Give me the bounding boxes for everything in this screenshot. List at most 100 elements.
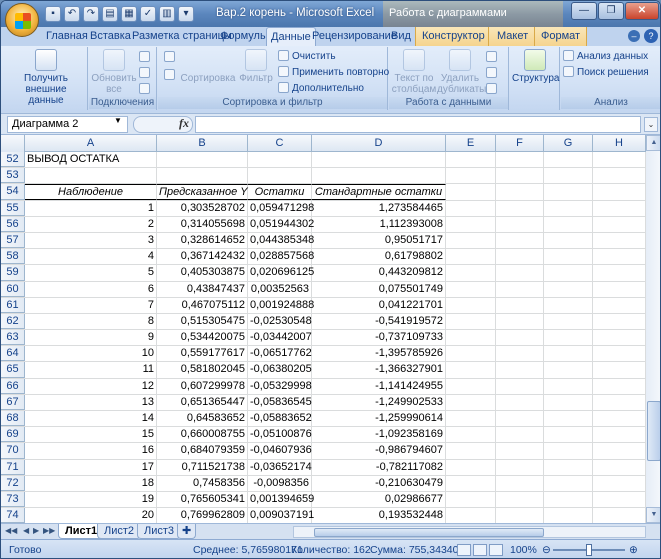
cell[interactable]: -0,737109733 — [312, 330, 446, 346]
cell[interactable] — [446, 459, 496, 475]
horizontal-scrollbar[interactable] — [293, 526, 646, 538]
cell[interactable] — [496, 281, 544, 297]
cell[interactable]: 0,001394659 — [248, 491, 314, 508]
cell[interactable] — [544, 330, 593, 346]
cell[interactable]: 1 — [25, 200, 157, 216]
cell[interactable]: 14 — [25, 411, 157, 427]
sort-az-icon[interactable] — [164, 51, 178, 63]
cell[interactable]: -0,03652174 — [248, 459, 312, 475]
cell[interactable] — [593, 427, 646, 443]
row-header[interactable]: 69 — [1, 427, 25, 443]
cell[interactable]: 2 — [25, 216, 157, 232]
cell[interactable]: -0,05100876 — [248, 427, 312, 443]
cell[interactable]: 0,581802045 — [157, 362, 248, 378]
office-button[interactable] — [5, 3, 39, 37]
row-header[interactable]: 67 — [1, 394, 25, 410]
column-header-f[interactable]: F — [496, 135, 544, 152]
cell[interactable] — [446, 378, 496, 394]
cell[interactable]: 12 — [25, 378, 157, 394]
get-external-data-button[interactable]: Получить внешние данные — [8, 49, 84, 106]
cell[interactable] — [544, 200, 593, 216]
row-header[interactable]: 65 — [1, 362, 25, 378]
cell[interactable]: 1,112393008 — [312, 216, 446, 232]
cell[interactable]: 10 — [25, 346, 157, 362]
sort-button[interactable]: Сортировка — [180, 49, 236, 84]
cell[interactable] — [496, 330, 544, 346]
insert-function-icon[interactable]: fx — [179, 116, 189, 131]
cell[interactable] — [593, 249, 646, 265]
normal-view-icon[interactable] — [457, 544, 471, 556]
customize-qat-icon[interactable]: ▾ — [178, 6, 194, 22]
cell[interactable]: 0,7458356 — [157, 475, 248, 491]
outline-button[interactable]: Структура — [512, 49, 559, 84]
cell[interactable] — [496, 427, 544, 443]
scroll-down-icon[interactable]: ▼ — [646, 507, 660, 523]
redo-icon[interactable]: ↷ — [83, 6, 99, 22]
horizontal-scroll-thumb[interactable] — [314, 528, 544, 537]
page-layout-view-icon[interactable] — [473, 544, 487, 556]
zoom-in-icon[interactable]: ⊕ — [629, 544, 638, 556]
cell[interactable]: -0,03442007 — [248, 330, 312, 346]
consolidate-icon[interactable] — [486, 67, 500, 79]
cell[interactable]: Предсказанное Y — [157, 184, 248, 200]
cell[interactable] — [496, 362, 544, 378]
cell[interactable] — [593, 168, 646, 184]
cell[interactable] — [446, 475, 496, 491]
cell[interactable]: 0,009037191 — [248, 508, 314, 523]
cell[interactable] — [496, 475, 544, 491]
cell[interactable]: -0,02530548 — [248, 313, 312, 330]
cell[interactable] — [593, 475, 646, 491]
save-icon[interactable]: ▪ — [45, 6, 61, 22]
tab-design[interactable]: Конструктор — [415, 27, 492, 46]
maximize-button[interactable]: ❐ — [598, 2, 624, 20]
cell[interactable]: 0,651365447 — [157, 394, 248, 410]
cell[interactable] — [157, 152, 248, 168]
cell[interactable] — [544, 281, 593, 297]
cell[interactable] — [496, 265, 544, 281]
cell[interactable] — [593, 265, 646, 281]
tab-insert[interactable]: Вставка — [90, 27, 131, 46]
cell[interactable] — [544, 232, 593, 249]
cell[interactable]: 0,769962809 — [157, 508, 248, 523]
tab-home[interactable]: Главная — [46, 27, 88, 46]
row-header[interactable]: 59 — [1, 265, 25, 281]
insert-sheet-icon[interactable]: ✚ — [177, 524, 197, 539]
cell[interactable]: 0,303528702 — [157, 200, 248, 216]
cell[interactable] — [496, 443, 544, 459]
cell[interactable] — [593, 411, 646, 427]
row-header[interactable]: 71 — [1, 459, 25, 475]
cell[interactable] — [496, 491, 544, 508]
cell[interactable]: -0,210630479 — [312, 475, 446, 491]
cell[interactable] — [496, 411, 544, 427]
cell[interactable] — [157, 168, 248, 184]
cell[interactable] — [496, 184, 544, 200]
zoom-out-icon[interactable]: ⊖ — [542, 544, 551, 556]
cell[interactable]: 11 — [25, 362, 157, 378]
tab-format[interactable]: Формат — [534, 27, 588, 46]
cell[interactable] — [248, 152, 312, 168]
row-header[interactable]: 62 — [1, 313, 25, 330]
cell[interactable] — [544, 411, 593, 427]
cell[interactable]: 7 — [25, 297, 157, 313]
cell[interactable] — [593, 200, 646, 216]
cell[interactable]: 0,328614652 — [157, 232, 248, 249]
cell[interactable]: 0,405303875 — [157, 265, 248, 281]
cell[interactable] — [496, 378, 544, 394]
sheet-tab-2[interactable]: Лист2 — [97, 524, 142, 539]
cell[interactable] — [544, 313, 593, 330]
clear-filter-button[interactable]: Очистить — [278, 50, 336, 62]
column-header-e[interactable]: E — [446, 135, 496, 152]
cell[interactable] — [593, 362, 646, 378]
cell[interactable]: 0,02986677 — [312, 491, 446, 508]
reapply-filter-button[interactable]: Применить повторно — [278, 66, 389, 78]
page-break-view-icon[interactable] — [489, 544, 503, 556]
cell[interactable] — [544, 475, 593, 491]
cell[interactable]: 6 — [25, 281, 157, 297]
cell[interactable]: 18 — [25, 475, 157, 491]
cell[interactable] — [496, 216, 544, 232]
cell[interactable]: -0,541919572 — [312, 313, 446, 330]
cell[interactable] — [544, 362, 593, 378]
row-header[interactable]: 61 — [1, 297, 25, 313]
tab-page-layout[interactable]: Разметка страницы — [132, 27, 232, 46]
cell[interactable]: 0,765605341 — [157, 491, 248, 508]
